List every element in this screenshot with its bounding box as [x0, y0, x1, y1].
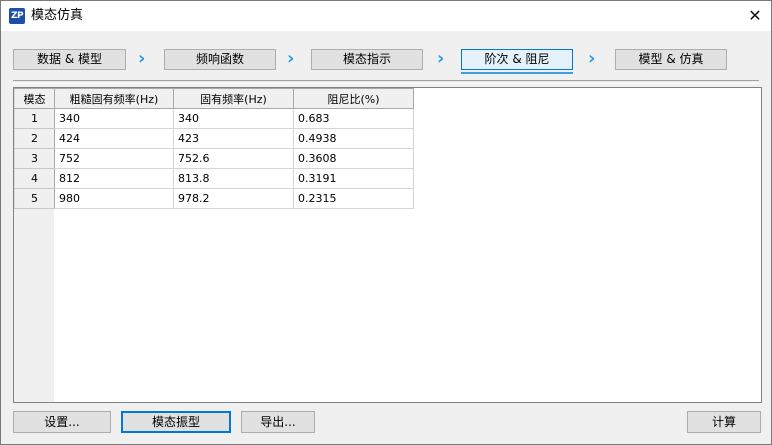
- damping-ratio-cell[interactable]: 0.2315: [293, 188, 414, 209]
- column-header-rough-frequency[interactable]: 粗糙固有频率(Hz): [54, 88, 174, 109]
- app-logo-icon: ZP: [9, 8, 25, 24]
- column-header-damping-ratio[interactable]: 阻尼比(%): [293, 88, 414, 109]
- rough-frequency-cell[interactable]: 752: [54, 148, 174, 169]
- divider: [13, 80, 759, 84]
- rough-frequency-cell[interactable]: 424: [54, 128, 174, 149]
- modal-simulation-dialog: ZP 模态仿真 ✕ 数据 & 模型 › 频响函数 › 模态指示 › 阶次 & 阻…: [0, 0, 772, 445]
- table-row[interactable]: 3 752 752.6 0.3608: [14, 148, 414, 169]
- rough-frequency-cell[interactable]: 340: [54, 108, 174, 129]
- damping-ratio-cell[interactable]: 0.4938: [293, 128, 414, 149]
- column-header-mode[interactable]: 模态: [14, 88, 55, 109]
- export-button[interactable]: 导出...: [241, 411, 315, 433]
- active-step-indicator: [461, 72, 573, 74]
- chevron-right-icon: ›: [287, 48, 295, 69]
- natural-frequency-cell[interactable]: 813.8: [173, 168, 294, 189]
- damping-ratio-cell[interactable]: 0.3608: [293, 148, 414, 169]
- natural-frequency-cell[interactable]: 752.6: [173, 148, 294, 169]
- row-header[interactable]: 3: [14, 148, 55, 169]
- row-header[interactable]: 5: [14, 188, 55, 209]
- modal-results-table: 模态 粗糙固有频率(Hz) 固有频率(Hz) 阻尼比(%) 1 340 340 …: [14, 88, 414, 209]
- chevron-right-icon: ›: [588, 48, 596, 69]
- step-frf-button[interactable]: 频响函数: [164, 49, 276, 70]
- natural-frequency-cell[interactable]: 423: [173, 128, 294, 149]
- row-header[interactable]: 1: [14, 108, 55, 129]
- rough-frequency-cell[interactable]: 980: [54, 188, 174, 209]
- step-model-simulation-button[interactable]: 模型 & 仿真: [615, 49, 727, 70]
- step-data-model-button[interactable]: 数据 & 模型: [13, 49, 126, 70]
- modal-results-grid[interactable]: 模态 粗糙固有频率(Hz) 固有频率(Hz) 阻尼比(%) 1 340 340 …: [13, 87, 762, 403]
- step-order-damping-button[interactable]: 阶次 & 阻尼: [461, 49, 573, 70]
- row-header[interactable]: 2: [14, 128, 55, 149]
- natural-frequency-cell[interactable]: 978.2: [173, 188, 294, 209]
- mode-shape-button[interactable]: 模态振型: [121, 411, 231, 433]
- window-title: 模态仿真: [31, 8, 84, 23]
- compute-button[interactable]: 计算: [687, 411, 761, 433]
- chevron-right-icon: ›: [138, 48, 146, 69]
- column-header-natural-frequency[interactable]: 固有频率(Hz): [173, 88, 294, 109]
- table-row[interactable]: 1 340 340 0.683: [14, 108, 414, 129]
- chevron-right-icon: ›: [437, 48, 445, 69]
- damping-ratio-cell[interactable]: 0.683: [293, 108, 414, 129]
- natural-frequency-cell[interactable]: 340: [173, 108, 294, 129]
- table-row[interactable]: 4 812 813.8 0.3191: [14, 168, 414, 189]
- rough-frequency-cell[interactable]: 812: [54, 168, 174, 189]
- damping-ratio-cell[interactable]: 0.3191: [293, 168, 414, 189]
- step-mode-indicator-button[interactable]: 模态指示: [311, 49, 423, 70]
- table-row[interactable]: 5 980 978.2 0.2315: [14, 188, 414, 209]
- close-icon[interactable]: ✕: [739, 1, 771, 31]
- settings-button[interactable]: 设置...: [13, 411, 111, 433]
- table-row[interactable]: 2 424 423 0.4938: [14, 128, 414, 149]
- row-header[interactable]: 4: [14, 168, 55, 189]
- title-bar: ZP 模态仿真 ✕: [1, 1, 771, 31]
